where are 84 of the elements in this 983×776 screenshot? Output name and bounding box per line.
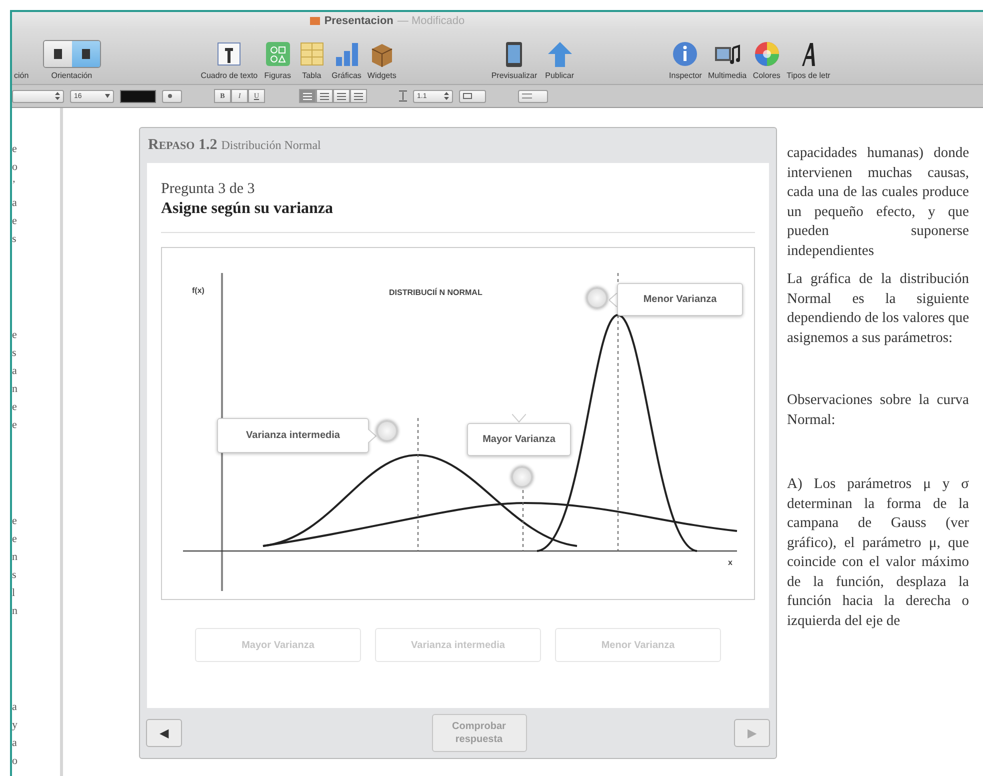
toolbar-label: Orientación: [51, 71, 92, 80]
section-number: Repaso 1.2: [148, 137, 218, 154]
pointer-icon: [609, 292, 618, 306]
diagram-title: DISTRIBUCIÍ N NORMAL: [389, 288, 482, 297]
cut-text: s: [12, 232, 18, 247]
orientation-option[interactable]: [72, 41, 100, 67]
cut-text: n: [12, 550, 18, 565]
toolbar-label[interactable]: ción: [14, 71, 29, 80]
body-paragraph: capacidades humanas) donde intervienen muchas causas, cada una de las cuales produce un pequeño efecto, y que pueden suponerse independientes: [787, 144, 969, 260]
pointer-icon: [368, 428, 377, 442]
body-paragraph: La gráfica de la distribución Normal es la siguiente dependiendo de los valores que asignemos a sus parámetros:: [787, 270, 969, 348]
document-icon: [310, 16, 320, 26]
caret-icon: [105, 94, 110, 98]
cut-text: a: [12, 700, 18, 715]
align-icon: [320, 92, 329, 100]
question-counter: Pregunta 3 de 3: [161, 181, 256, 198]
align-button[interactable]: [316, 89, 333, 103]
info-icon: [671, 40, 700, 68]
axis-label: f(x): [192, 286, 204, 295]
color-wheel-icon: [752, 40, 781, 68]
axis-label: x: [728, 558, 732, 567]
cut-text: y: [12, 718, 18, 733]
cut-text: e: [12, 400, 18, 415]
cut-text: l: [12, 586, 16, 601]
cut-text: n: [12, 604, 18, 619]
page-icon: [80, 48, 91, 60]
text-box-icon: [215, 40, 244, 68]
toolbar-button[interactable]: Inspector: [669, 40, 702, 80]
align-button[interactable]: [333, 89, 350, 103]
stepper-icon: [55, 92, 60, 100]
upload-arrow-icon: [546, 40, 574, 68]
highlight-button[interactable]: [162, 90, 182, 102]
cut-text: o: [12, 160, 18, 175]
question-text: Asigne según su varianza: [161, 200, 334, 218]
cut-text: s: [12, 568, 18, 583]
toolbar-button[interactable]: Multimedia: [708, 40, 747, 80]
toolbar-button[interactable]: Figuras: [264, 40, 292, 80]
font-popup[interactable]: [12, 90, 64, 102]
shapes-icon: [264, 40, 292, 68]
cut-text: e: [12, 418, 18, 433]
body-paragraph: Observaciones sobre la curva Normal:: [787, 391, 969, 430]
orientation-control[interactable]: [42, 40, 101, 68]
letter-icon: [166, 93, 174, 99]
cut-text: e: [12, 532, 18, 547]
list-popup[interactable]: [518, 90, 548, 102]
toolbar-button[interactable]: Publicar: [545, 40, 574, 80]
border-icon: [463, 93, 472, 99]
cut-text: a: [12, 736, 18, 751]
cut-text: e: [12, 514, 18, 529]
cut-text: n: [12, 382, 18, 397]
window-title: Presentacion: [324, 15, 394, 27]
modified-status: — Modificado: [397, 15, 465, 27]
pointer-icon: [512, 414, 526, 423]
cut-text: ’: [12, 178, 17, 193]
cut-text: a: [12, 364, 18, 379]
previous-button[interactable]: ◀: [146, 719, 182, 747]
cut-text: e: [12, 328, 18, 343]
cut-text: s: [12, 346, 18, 361]
toolbar-button[interactable]: Previsualizar: [491, 40, 538, 80]
cut-text: o: [12, 754, 18, 769]
align-icon: [354, 92, 363, 100]
toolbar-button[interactable]: Tipos de letr: [786, 40, 830, 80]
cut-text: e: [12, 142, 18, 157]
align-icon: [337, 92, 346, 100]
body-paragraph: A) Los parámetros μ y σ determinan la forma de la campana de Gauss (ver gráfico), el parámetro μ, que coincide con el valor máximo de la función, desplaza la función hacia la derecha o izquierda del eje de: [787, 475, 969, 630]
toolbar-button[interactable]: Cuadro de texto: [200, 40, 258, 80]
stepper-icon: [444, 92, 449, 100]
page-icon: [52, 48, 63, 60]
align-button[interactable]: [299, 89, 316, 103]
line-spacing-icon: [399, 90, 407, 102]
align-icon: [303, 92, 312, 100]
text-color-well[interactable]: [120, 90, 156, 102]
cut-text: a: [12, 196, 18, 211]
toolbar-button[interactable]: Tabla: [298, 40, 326, 80]
cut-text: e: [12, 214, 18, 229]
border-popup[interactable]: [459, 90, 486, 102]
toolbar-button[interactable]: Colores: [752, 40, 781, 80]
widget-title: Distribución Normal: [221, 138, 321, 153]
table-icon: [298, 40, 326, 68]
align-button[interactable]: [350, 89, 367, 103]
list-icon: [522, 93, 532, 99]
toolbar-button[interactable]: Widgets: [367, 40, 396, 80]
toolbar-button[interactable]: Gráficas: [332, 40, 362, 80]
orientation-option[interactable]: [44, 41, 72, 67]
